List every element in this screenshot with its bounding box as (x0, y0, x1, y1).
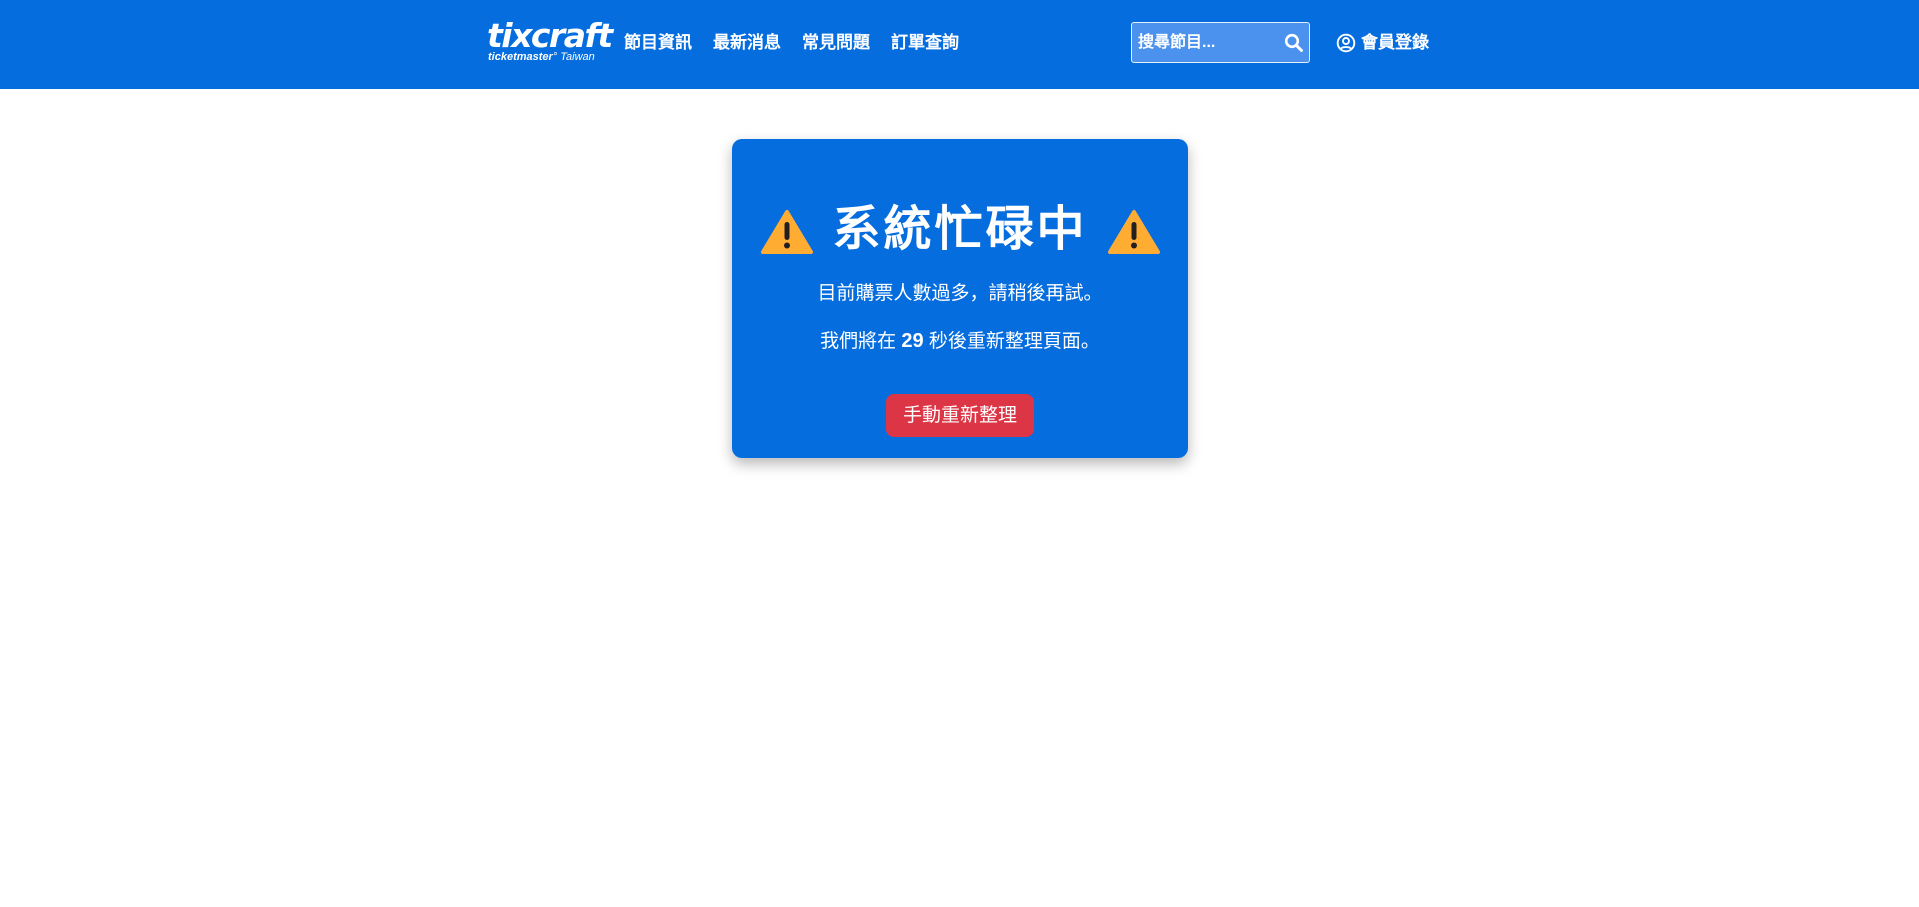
warning-triangle-icon (1108, 209, 1160, 260)
main-nav: 節目資訊 最新消息 常見問題 訂單查詢 (624, 30, 959, 56)
manual-refresh-button[interactable]: 手動重新整理 (886, 394, 1034, 437)
top-navbar: tixcraft ticketmaster° Taiwan 節目資訊 最新消息 … (0, 0, 1919, 89)
busy-message: 目前購票人數過多，請稍後再試。 (817, 283, 1103, 304)
title-row: 系統忙碌中 (732, 197, 1188, 261)
member-login-link[interactable]: 會員登錄 (1336, 30, 1429, 56)
system-busy-card: 系統忙碌中 目前購票人數過多，請稍後再試。 我們將在 29 秒後重新整理頁面。 … (732, 139, 1188, 458)
nav-item-faq[interactable]: 常見問題 (802, 30, 870, 56)
countdown-prefix: 我們將在 (820, 331, 897, 352)
logo-sub-region: Taiwan (560, 51, 595, 63)
logo-wordmark: tixcraft (487, 16, 613, 55)
logo-sub-brand: ticketmaster (488, 51, 553, 63)
search-input[interactable] (1132, 23, 1282, 62)
tixcraft-logo[interactable]: tixcraft ticketmaster° Taiwan (487, 18, 613, 66)
search-icon[interactable] (1284, 33, 1304, 53)
countdown-suffix: 秒後重新整理頁面。 (928, 331, 1100, 352)
user-circle-icon (1336, 33, 1356, 53)
nav-item-events[interactable]: 節目資訊 (624, 30, 692, 56)
search-box (1131, 22, 1310, 63)
nav-item-order-query[interactable]: 訂單查詢 (891, 30, 959, 56)
countdown-message: 我們將在 29 秒後重新整理頁面。 (732, 328, 1188, 355)
logo-subtitle: ticketmaster° Taiwan (488, 51, 595, 63)
countdown-seconds: 29 (901, 330, 924, 352)
member-login-label: 會員登錄 (1361, 33, 1429, 52)
nav-item-news[interactable]: 最新消息 (713, 30, 781, 56)
